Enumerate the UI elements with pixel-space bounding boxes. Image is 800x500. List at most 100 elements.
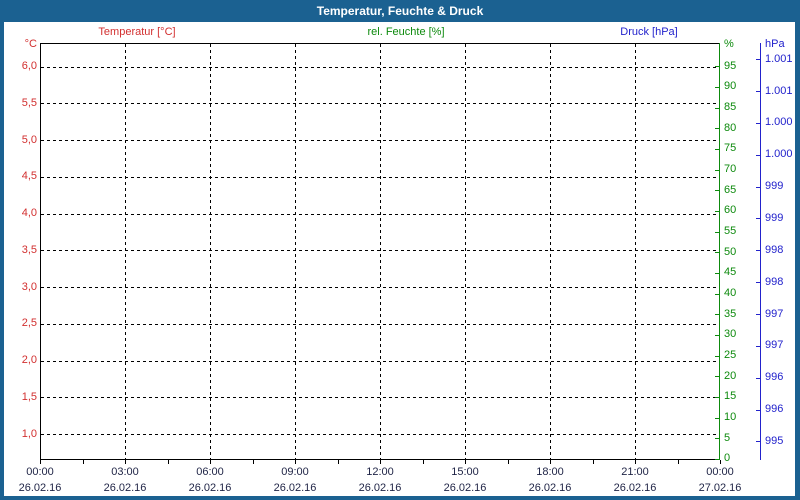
humidity-tick-label: 5 — [724, 431, 731, 444]
pressure-tick-label: 998 — [765, 243, 784, 256]
pressure-tick-label: 999 — [765, 180, 784, 193]
humidity-tick-mark — [715, 210, 719, 212]
temperature-tick-label: 3,0 — [21, 280, 37, 293]
humidity-tick-label: 40 — [724, 287, 737, 300]
pressure-tick-mark — [756, 409, 760, 411]
humidity-tick-mark — [715, 293, 719, 295]
legend-humidity: rel. Feuchte [%] — [367, 26, 445, 38]
app-window: Temperatur, Feuchte & Druck Temperatur [… — [0, 0, 800, 500]
humidity-tick-label: 55 — [724, 225, 737, 238]
time-label: 00:00 — [706, 466, 734, 478]
h-gridline — [41, 176, 719, 178]
humidity-tick-label: 50 — [724, 245, 737, 258]
h-gridline — [41, 103, 719, 105]
pressure-tick-label: 1.000 — [765, 148, 793, 161]
humidity-tick-mark — [715, 438, 719, 440]
pressure-tick-label: 998 — [765, 275, 784, 288]
h-gridline — [41, 213, 719, 215]
humidity-tick-label: 45 — [724, 266, 737, 279]
temperature-tick-label: 6,0 — [21, 60, 37, 72]
humidity-tick-mark — [715, 128, 719, 130]
pressure-tick-mark — [756, 314, 760, 315]
pressure-tick-mark — [756, 91, 760, 93]
temperature-tick-label: 4,5 — [21, 170, 37, 183]
humidity-tick-label: 20 — [724, 369, 737, 382]
pressure-tick-label: 1.001 — [765, 52, 793, 65]
humidity-tick-mark — [715, 252, 719, 254]
humidity-tick-mark — [715, 396, 719, 398]
time-label: 03:00 — [111, 466, 139, 478]
humidity-tick-label: 80 — [724, 121, 737, 134]
pressure-tick-mark — [756, 250, 760, 252]
h-gridline — [41, 66, 719, 68]
time-label: 09:00 — [281, 466, 309, 478]
temperature-tick-label: 1,5 — [21, 390, 37, 403]
time-label: 12:00 — [366, 466, 394, 478]
pressure-tick-mark — [756, 441, 760, 443]
pressure-tick-mark — [756, 218, 760, 220]
pressure-tick-label: 1.000 — [765, 116, 793, 129]
plot-area — [40, 43, 721, 461]
humidity-tick-mark — [715, 148, 719, 150]
time-label: 06:00 — [196, 466, 224, 478]
pressure-tick-mark — [756, 59, 760, 61]
x-tick-mark — [507, 460, 509, 464]
date-label: 26.02.16 — [358, 482, 402, 494]
humidity-tick-label: 25 — [724, 349, 737, 362]
humidity-tick-label: 15 — [724, 390, 737, 403]
humidity-tick-label: 65 — [724, 183, 737, 196]
chart-canvas: Temperatur [°C] rel. Feuchte [%] Druck [… — [4, 22, 795, 496]
x-tick-mark — [40, 460, 41, 464]
x-tick-mark — [635, 460, 636, 464]
x-tick-mark — [422, 460, 424, 464]
x-tick-mark — [210, 460, 211, 464]
humidity-tick-mark — [715, 376, 719, 378]
temperature-tick-label: 2,5 — [21, 317, 37, 330]
pressure-tick-mark — [756, 122, 760, 124]
x-tick-mark — [592, 460, 594, 464]
h-gridline — [41, 434, 719, 435]
h-gridline — [41, 250, 719, 252]
time-label: 00:00 — [26, 466, 54, 478]
pressure-axis-line — [760, 43, 761, 460]
pressure-tick-label: 996 — [765, 403, 784, 416]
x-tick-mark — [720, 460, 721, 464]
humidity-tick-label: 0 — [724, 452, 731, 465]
time-label: 15:00 — [451, 466, 479, 478]
date-label: 26.02.16 — [528, 482, 572, 494]
x-tick-mark — [82, 460, 84, 464]
h-gridline — [41, 397, 719, 399]
window-title: Temperatur, Feuchte & Druck — [316, 4, 484, 18]
date-label: 26.02.16 — [613, 482, 657, 494]
x-tick-mark — [337, 460, 339, 464]
date-label: 26.02.16 — [18, 482, 62, 494]
humidity-tick-label: 35 — [724, 307, 737, 320]
x-tick-mark — [380, 460, 381, 464]
temperature-tick-label: 5,5 — [21, 96, 37, 109]
pressure-tick-label: 997 — [765, 339, 784, 352]
temperature-axis-unit: °C — [24, 38, 37, 50]
h-gridline — [41, 287, 719, 288]
x-tick-mark — [252, 460, 254, 464]
pressure-tick-mark — [756, 186, 760, 188]
h-gridline — [41, 360, 719, 362]
pressure-tick-mark — [756, 377, 760, 379]
h-gridline — [41, 323, 719, 325]
x-tick-mark — [167, 460, 169, 464]
humidity-tick-label: 30 — [724, 328, 737, 341]
legend-pressure: Druck [hPa] — [620, 26, 678, 38]
humidity-axis-unit: % — [724, 38, 734, 50]
humidity-tick-mark — [715, 272, 719, 274]
humidity-tick-mark — [715, 169, 719, 171]
humidity-tick-label: 90 — [724, 80, 737, 93]
humidity-tick-mark — [715, 334, 719, 336]
humidity-tick-label: 10 — [724, 411, 737, 424]
humidity-tick-label: 95 — [724, 59, 737, 72]
date-label: 26.02.16 — [103, 482, 147, 494]
humidity-tick-mark — [715, 355, 719, 357]
pressure-tick-label: 996 — [765, 371, 784, 384]
x-tick-mark — [295, 460, 296, 464]
humidity-tick-mark — [715, 231, 719, 233]
humidity-tick-mark — [715, 86, 719, 88]
temperature-tick-label: 2,0 — [21, 354, 37, 366]
